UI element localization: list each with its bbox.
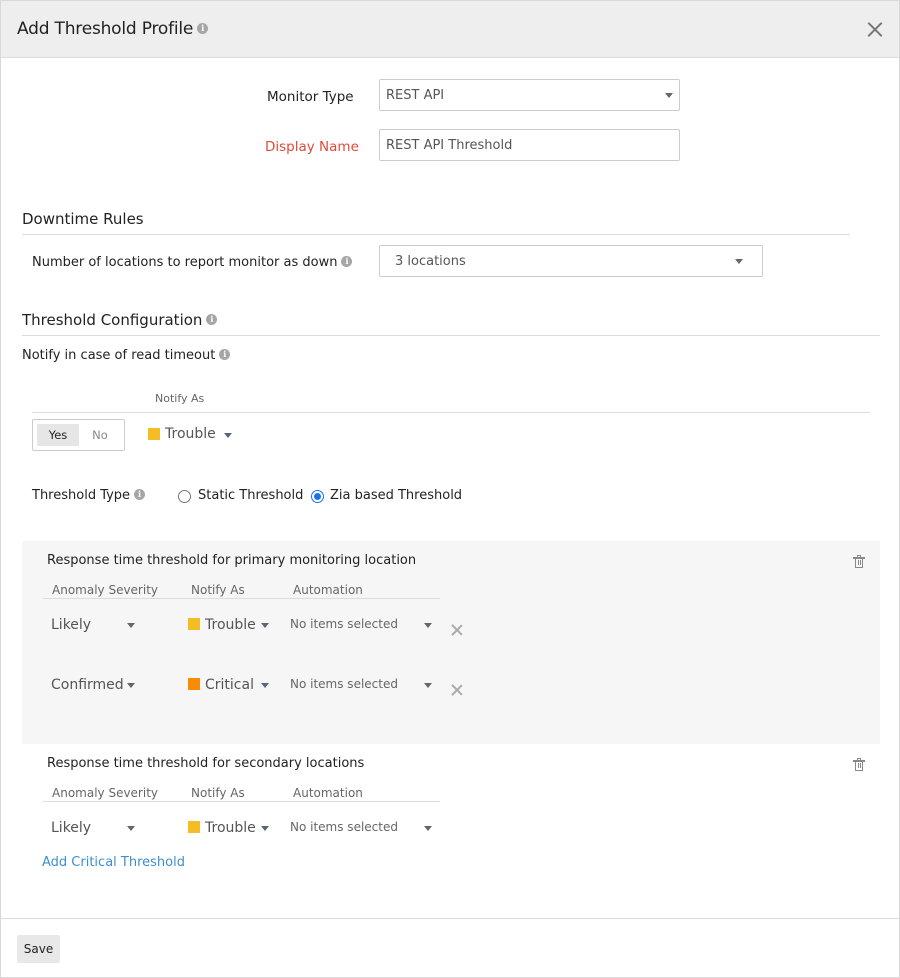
threshold-config-title-text: Threshold Configuration — [22, 311, 203, 329]
automation-value: No items selected — [290, 617, 398, 631]
trouble-color-swatch — [148, 428, 160, 440]
chevron-down-icon — [261, 826, 269, 831]
add-threshold-profile-dialog: Add Threshold Profile i Monitor Type REST… — [0, 0, 900, 978]
chevron-down-icon — [665, 93, 673, 98]
automation-value: No items selected — [290, 677, 398, 691]
chevron-down-icon — [261, 683, 269, 688]
notify-as-value: Trouble — [165, 426, 216, 442]
display-name-value: REST API Threshold — [386, 137, 513, 153]
toggle-yes[interactable]: Yes — [37, 424, 79, 446]
anomaly-severity-header: Anomaly Severity — [52, 583, 159, 597]
static-threshold-label[interactable]: Static Threshold — [198, 488, 303, 503]
info-icon[interactable]: i — [341, 256, 353, 267]
locations-label-text: Number of locations to report monitor as… — [32, 255, 338, 270]
severity-value: Likely — [51, 617, 92, 633]
notify-as-header: Notify As — [191, 786, 245, 800]
chevron-down-icon — [424, 683, 432, 688]
chevron-down-icon — [127, 623, 135, 628]
display-name-label: Display Name — [265, 139, 359, 155]
primary-threshold-panel: Response time threshold for primary moni… — [22, 541, 880, 744]
threshold-config-title: Threshold Configuration i — [22, 311, 218, 329]
close-icon[interactable] — [865, 19, 885, 39]
divider — [22, 335, 880, 336]
primary-panel-title: Response time threshold for primary moni… — [47, 553, 417, 568]
zia-threshold-label[interactable]: Zia based Threshold — [330, 488, 462, 503]
dialog-title: Add Threshold Profile i — [17, 19, 209, 39]
locations-select[interactable]: 3 locations — [379, 245, 763, 277]
delete-trash-icon[interactable] — [853, 758, 865, 771]
monitor-type-label: Monitor Type — [267, 89, 354, 105]
chevron-down-icon — [127, 826, 135, 831]
remove-row-icon[interactable] — [450, 623, 464, 637]
severity-value: Likely — [51, 820, 92, 836]
chevron-down-icon — [424, 826, 432, 831]
save-button[interactable]: Save — [17, 935, 60, 963]
toggle-no[interactable]: No — [83, 424, 117, 446]
info-icon[interactable]: i — [134, 489, 146, 500]
dialog-header: Add Threshold Profile i — [1, 1, 899, 58]
divider — [43, 598, 440, 599]
delete-trash-icon[interactable] — [853, 555, 865, 568]
threshold-type-label: Threshold Type i — [32, 488, 146, 503]
automation-header: Automation — [293, 786, 363, 800]
notify-as-header: Notify As — [155, 392, 205, 405]
notify-as-value: Trouble — [205, 820, 256, 836]
divider — [32, 412, 870, 413]
chevron-down-icon — [261, 623, 269, 628]
chevron-down-icon — [424, 623, 432, 628]
automation-value: No items selected — [290, 820, 398, 834]
locations-value: 3 locations — [395, 253, 466, 269]
locations-label: Number of locations to report monitor as… — [32, 255, 353, 270]
read-timeout-toggle[interactable]: Yes No — [32, 419, 125, 451]
zia-threshold-radio[interactable] — [311, 490, 324, 503]
downtime-rules-title: Downtime Rules — [22, 210, 144, 228]
monitor-type-select[interactable]: REST API — [379, 79, 680, 111]
read-timeout-label-text: Notify in case of read timeout — [22, 348, 216, 363]
chevron-down-icon — [127, 683, 135, 688]
anomaly-severity-header: Anomaly Severity — [52, 786, 159, 800]
secondary-threshold-panel: Response time threshold for secondary lo… — [22, 744, 880, 894]
critical-color-swatch — [188, 678, 200, 690]
trouble-color-swatch — [188, 618, 200, 630]
notify-as-header: Notify As — [191, 583, 245, 597]
chevron-down-icon — [735, 259, 743, 264]
info-icon[interactable]: i — [219, 349, 231, 360]
chevron-down-icon — [224, 433, 232, 438]
automation-header: Automation — [293, 583, 363, 597]
remove-row-icon[interactable] — [450, 683, 464, 697]
display-name-input[interactable]: REST API Threshold — [379, 129, 680, 161]
trouble-color-swatch — [188, 821, 200, 833]
divider — [22, 234, 850, 235]
divider — [43, 801, 440, 802]
threshold-type-label-text: Threshold Type — [32, 488, 131, 503]
secondary-panel-title: Response time threshold for secondary lo… — [47, 756, 365, 771]
notify-as-value: Critical — [205, 677, 254, 693]
footer-divider — [1, 918, 899, 919]
monitor-type-value: REST API — [386, 87, 445, 103]
severity-value: Confirmed — [51, 677, 124, 693]
static-threshold-radio[interactable] — [178, 490, 191, 503]
info-icon[interactable]: i — [197, 22, 209, 34]
read-timeout-label: Notify in case of read timeout i — [22, 348, 231, 363]
info-icon[interactable]: i — [206, 314, 218, 325]
notify-as-value: Trouble — [205, 617, 256, 633]
add-critical-threshold-link[interactable]: Add Critical Threshold — [42, 855, 185, 870]
dialog-title-text: Add Threshold Profile — [17, 19, 194, 39]
